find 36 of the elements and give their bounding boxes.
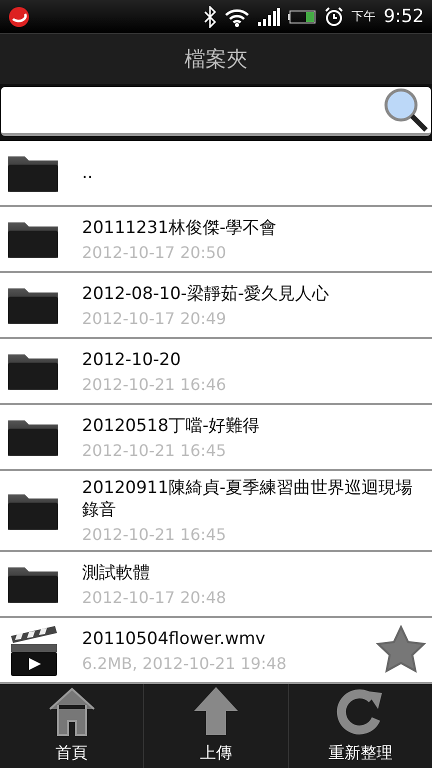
file-name: .. [82,162,94,184]
file-name: 20110504flower.wmv [82,628,266,650]
file-name: 2012-08-10-梁靜茹-愛久見人心 [82,282,330,304]
battery-icon [288,10,316,24]
file-details: 6.2MB, 2012-10-21 19:48 [82,654,288,672]
file-row[interactable]: 2012-08-10-梁靜茹-愛久見人心 2012-10-17 20:49 [0,273,432,339]
file-row[interactable]: 測試軟體 2012-10-17 20:48 [0,552,432,618]
search-field[interactable] [1,87,431,136]
file-row[interactable]: 2012-10-20 2012-10-21 16:46 [0,339,432,405]
bluetooth-icon [204,6,216,28]
app-logo-icon [8,6,30,28]
wifi-icon [224,6,250,26]
file-details: 2012-10-17 20:50 [82,242,228,262]
file-details: 2012-10-21 16:45 [82,525,228,544]
status-time: 9:52 [384,6,424,27]
star-icon[interactable] [376,625,426,675]
file-row[interactable]: .. [0,141,432,207]
signal-icon [258,8,280,26]
file-row[interactable]: 20111231林俊傑-學不會 2012-10-17 20:50 [0,207,432,273]
file-name: 測試軟體 [82,562,151,584]
file-row[interactable]: 20120911陳綺貞-夏季練習曲世界巡迴現場錄音 2012-10-21 16:45 [0,471,432,552]
file-details: 2012-10-21 16:45 [82,440,228,460]
file-row[interactable]: 20120518丁噹-好難得 2012-10-21 16:45 [0,405,432,471]
toolbar-button[interactable]: 首頁 [0,684,144,768]
file-name: 20111231林俊傑-學不會 [82,216,278,238]
window-title: 檔案夾 [184,46,248,73]
file-details: 2012-10-17 20:48 [82,588,228,606]
file-name: 20120518丁噹-好難得 [82,414,261,436]
alarm-clock-icon [324,6,344,26]
file-details: 2012-10-21 16:46 [82,374,228,394]
file-name: 2012-10-20 [82,348,182,370]
toolbar-button[interactable]: 重新整理 [288,684,432,768]
file-details: 2012-10-17 20:49 [82,308,228,328]
file-name: 20120911陳綺貞-夏季練習曲世界巡迴現場錄音 [82,477,414,521]
status-period: 下午 [352,8,376,25]
toolbar-button[interactable]: 上傳 [144,684,289,768]
